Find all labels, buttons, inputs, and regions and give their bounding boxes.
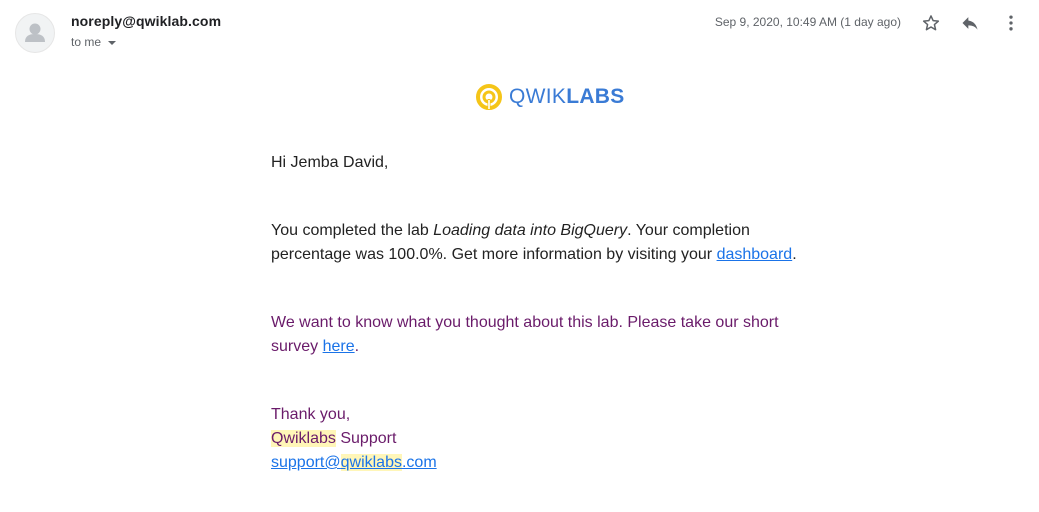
signature-block: Thank you, Qwiklabs Support support@qwik… — [271, 403, 831, 475]
qwiklabs-mark-icon — [476, 84, 502, 110]
logo-wordmark: QWIKLABS — [509, 85, 625, 109]
more-vert-icon — [1009, 15, 1013, 31]
person-icon — [25, 23, 45, 42]
qwiklabs-logo: QWIKLABS — [475, 83, 625, 111]
star-icon — [922, 15, 940, 31]
completion-pre: You completed the lab — [271, 222, 434, 239]
completion-mid: . Your completion — [627, 222, 750, 239]
dashboard-link[interactable]: dashboard — [717, 246, 793, 263]
sender-address[interactable]: noreply@qwiklab.com — [71, 13, 221, 29]
survey-line1: We want to know what you thought about t… — [271, 314, 779, 331]
logo-text-light: QWIK — [509, 85, 567, 108]
email-post: .com — [401, 454, 437, 471]
completion-end: . — [792, 246, 797, 263]
completion-paragraph: You completed the lab Loading data into … — [271, 219, 831, 267]
recipient-label: to me — [71, 35, 102, 49]
email-brand: qwiklabs — [340, 454, 402, 471]
greeting: Hi Jemba David, — [271, 154, 389, 171]
survey-link[interactable]: here — [323, 338, 355, 355]
completion-line2: percentage was 100.0%. Get more informat… — [271, 246, 717, 263]
email-pre: support@ — [271, 454, 341, 471]
signature-brand: Qwiklabs — [271, 430, 336, 447]
sender-avatar[interactable] — [15, 13, 55, 53]
email-date: Sep 9, 2020, 10:49 AM (1 day ago) — [714, 15, 901, 29]
star-button[interactable] — [919, 11, 943, 35]
caret-down-icon — [108, 40, 117, 45]
email-header: noreply@qwiklab.com to me Sep 9, 2020, 1… — [0, 0, 1039, 60]
support-email-link[interactable]: support@qwiklabs.com — [271, 454, 437, 471]
survey-paragraph: We want to know what you thought about t… — [271, 311, 831, 359]
survey-end: . — [354, 338, 360, 355]
reply-button[interactable] — [958, 11, 982, 35]
reply-icon — [962, 17, 978, 30]
thanks-text: Thank you, — [271, 406, 351, 423]
more-options-button[interactable] — [999, 11, 1023, 35]
signature-rest: Support — [335, 430, 397, 447]
survey-pre: survey — [271, 338, 323, 355]
lab-name: Loading data into BigQuery — [433, 222, 628, 239]
recipient-dropdown[interactable]: to me — [71, 35, 117, 49]
logo-text-bold: LABS — [566, 85, 625, 108]
